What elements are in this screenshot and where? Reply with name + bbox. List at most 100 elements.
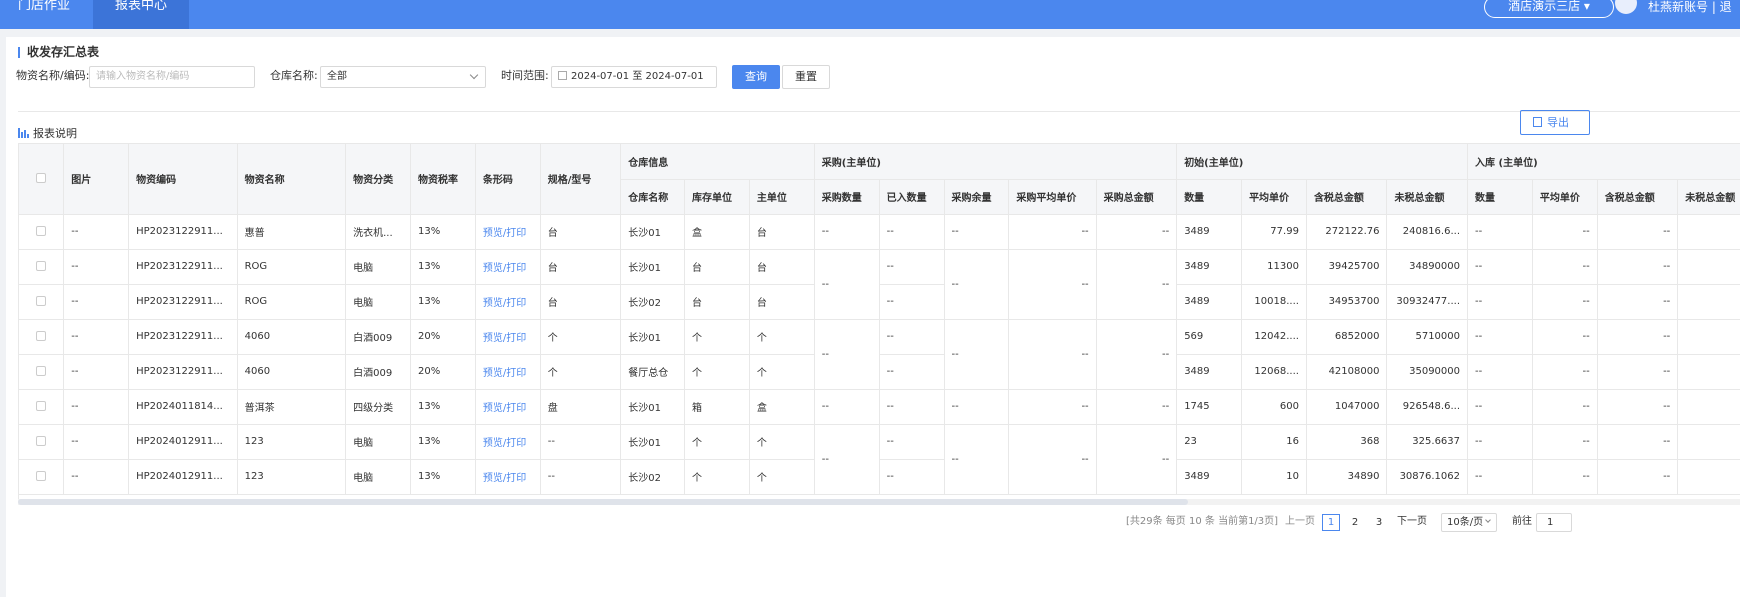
col-code: 物资编码: [128, 144, 238, 215]
cell-category: 洗衣机...: [345, 214, 411, 250]
warehouse-select[interactable]: 全部: [320, 66, 486, 88]
store-selector[interactable]: 酒店演示三店 ▾: [1484, 0, 1614, 18]
nav-store-operations[interactable]: 门店作业: [18, 0, 78, 29]
user-account[interactable]: 杜燕新账号 | 退: [1648, 0, 1732, 15]
cell-purchase-qty: --: [814, 249, 880, 320]
cell-name: 4060: [237, 354, 347, 390]
table-row: -- HP2023122911... ROG 电脑 13% 预览/打印台长沙01 台台 -- -…: [19, 249, 1740, 320]
date-range-picker[interactable]: 2024-07-01 至 2024-07-01: [551, 66, 717, 88]
scrollbar-thumb[interactable]: [18, 499, 1188, 505]
cell-initial-notax: 34890000: [1386, 249, 1469, 285]
query-button[interactable]: 查询: [732, 65, 780, 89]
cell-code: HP2023122911...: [128, 214, 238, 250]
row-checkbox[interactable]: [36, 261, 47, 271]
cell-spec: 台: [540, 249, 622, 285]
cell-initial-tax: 272122.76: [1306, 214, 1388, 250]
cell-barcode[interactable]: 预览/打印: [475, 459, 541, 495]
cell-initial-notax: 30876.1062: [1386, 459, 1469, 495]
group-initial: 初始(主单位): [1176, 144, 1469, 180]
material-filter-label: 物资名称/编码:: [16, 69, 90, 82]
col-initial-qty: 数量: [1176, 179, 1243, 215]
cell-inbound-qty: --: [1467, 424, 1533, 460]
select-all-header: [19, 144, 65, 215]
cell-purchase-in: --: [879, 354, 945, 390]
cell-barcode[interactable]: 预览/打印: [475, 389, 541, 425]
cell-name: ROG: [237, 284, 347, 320]
cell-inbound-avg: --: [1532, 319, 1598, 355]
cell-category: 电脑: [345, 459, 411, 495]
cell-initial-tax: 39425700: [1306, 249, 1388, 285]
cell-name: 123: [237, 424, 347, 460]
row-checkbox[interactable]: [36, 436, 47, 446]
cell-inbound-qty: --: [1467, 459, 1533, 495]
cell-barcode[interactable]: 预览/打印: [475, 249, 541, 285]
material-search-input[interactable]: 请输入物资名称/编码: [89, 66, 255, 88]
goto-page-input[interactable]: 1: [1536, 513, 1572, 532]
export-button[interactable]: 导出: [1520, 110, 1590, 135]
col-initial-tax: 含税总金额: [1306, 179, 1388, 215]
cell-image: --: [63, 354, 130, 390]
cell-purchase-total: --: [1096, 424, 1178, 495]
select-all-checkbox[interactable]: [36, 173, 47, 184]
cell-tax-rate: 13%: [410, 214, 476, 250]
cell-inbound-tax: --: [1597, 249, 1679, 285]
cell-stock-unit: 盒: [684, 214, 750, 250]
cell-initial-notax: 240816.6...: [1386, 214, 1469, 250]
cell-purchase-qty: --: [814, 424, 880, 495]
cell-code: HP2023122911...: [128, 354, 238, 390]
next-page-button[interactable]: 下一页: [1397, 516, 1427, 528]
cell-inbound-qty: --: [1467, 389, 1533, 425]
row-checkbox[interactable]: [36, 296, 47, 306]
page-size-select[interactable]: 10条/页: [1441, 513, 1497, 532]
cell-main-unit: 盒: [749, 389, 815, 425]
cell-spec: 台: [540, 284, 622, 320]
page-1-button[interactable]: 1: [1322, 514, 1340, 531]
cell-inbound-avg: --: [1532, 354, 1598, 390]
cell-barcode[interactable]: 预览/打印: [475, 319, 541, 355]
group-inbound: 入库 (主单位): [1467, 144, 1740, 180]
horizontal-scrollbar[interactable]: [18, 499, 1740, 505]
row-checkbox[interactable]: [36, 331, 47, 341]
table-row: -- HP2024012911... 123 电脑 13% 预览/打印 -- 长沙01 个个 --…: [19, 424, 1740, 495]
nav-report-center[interactable]: 报表中心: [93, 0, 189, 29]
group-purchase: 采购(主单位): [814, 144, 1178, 180]
col-stock-unit: 库存单位: [684, 179, 750, 215]
cell-category: 电脑: [345, 284, 411, 320]
cell-inbound-avg: --: [1532, 424, 1598, 460]
cell-tax-rate: 20%: [410, 354, 476, 390]
reset-button[interactable]: 重置: [782, 65, 830, 89]
cell-inbound-avg: --: [1532, 389, 1598, 425]
cell-initial-tax: 34890: [1306, 459, 1388, 495]
row-checkbox[interactable]: [36, 471, 47, 481]
cell-initial-avg: 16: [1241, 424, 1307, 460]
cell-purchase-in: --: [879, 319, 945, 355]
cell-barcode[interactable]: 预览/打印: [475, 424, 541, 460]
cell-main-unit: 台: [749, 284, 815, 320]
col-purchase-total: 采购总金额: [1096, 179, 1178, 215]
chevron-down-icon: [1485, 517, 1491, 523]
cell-initial-avg: 11300: [1241, 249, 1307, 285]
cell-image: --: [63, 389, 130, 425]
cell-main-unit: 个: [749, 319, 815, 355]
cell-purchase-avg: --: [1008, 214, 1097, 250]
cell-code: HP2023122911...: [128, 284, 238, 320]
report-note-link[interactable]: 报表说明: [18, 128, 77, 140]
row-checkbox[interactable]: [36, 366, 47, 376]
cell-purchase-left: --: [944, 249, 1010, 320]
prev-page-button[interactable]: 上一页: [1285, 516, 1315, 528]
time-range-label: 时间范围:: [501, 69, 549, 82]
cell-barcode[interactable]: 预览/打印: [475, 284, 541, 320]
row-checkbox[interactable]: [36, 401, 47, 411]
cell-initial-notax: 30932477....: [1386, 284, 1469, 320]
cell-name: 123: [237, 459, 347, 495]
cell-warehouse: 长沙01: [620, 424, 686, 460]
row-checkbox[interactable]: [36, 226, 47, 236]
cell-barcode[interactable]: 预览/打印: [475, 354, 541, 390]
page-3-button[interactable]: 3: [1370, 514, 1388, 531]
cell-initial-tax: 6852000: [1306, 319, 1388, 355]
cell-purchase-left: --: [944, 214, 1010, 250]
avatar-icon[interactable]: [1615, 0, 1637, 14]
page-2-button[interactable]: 2: [1346, 514, 1364, 531]
cell-barcode[interactable]: 预览/打印: [475, 214, 541, 250]
calendar-icon: [558, 71, 567, 80]
